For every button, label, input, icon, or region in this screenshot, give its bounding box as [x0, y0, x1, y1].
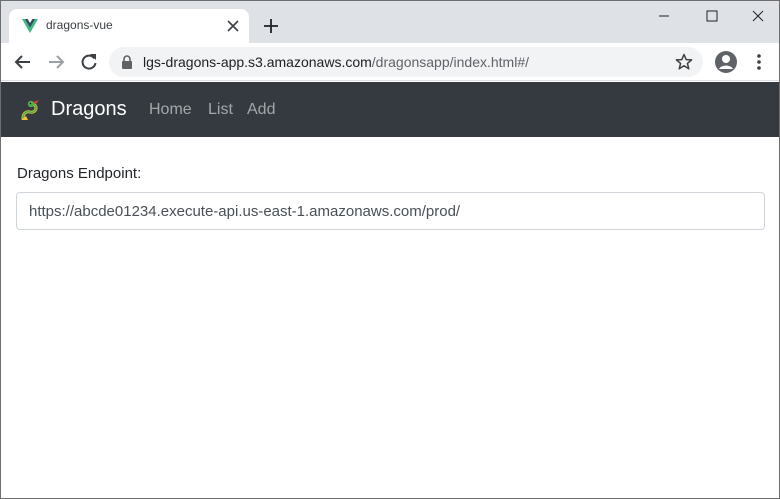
tab-dragons-vue[interactable]: dragons-vue: [9, 9, 249, 43]
nav-link-list[interactable]: List: [208, 101, 233, 119]
window-close-icon[interactable]: [743, 5, 773, 27]
new-tab-icon[interactable]: [262, 17, 280, 35]
url-host: lgs-dragons-app.s3.amazonaws.com: [143, 54, 372, 70]
browser-toolbar: lgs-dragons-app.s3.amazonaws.com/dragons…: [1, 43, 779, 81]
maximize-icon[interactable]: [697, 5, 727, 27]
vue-logo-icon: [22, 19, 38, 33]
tab-strip: dragons-vue: [1, 1, 779, 43]
back-arrow-icon[interactable]: [13, 52, 33, 72]
nav-link-add[interactable]: Add: [247, 101, 275, 119]
more-menu-icon[interactable]: [749, 52, 769, 72]
reload-icon[interactable]: [79, 52, 99, 72]
close-icon[interactable]: [225, 18, 241, 34]
brand-title[interactable]: Dragons: [51, 98, 127, 121]
url-path: /dragonsapp/index.html#/: [371, 54, 529, 70]
lock-icon: [122, 55, 132, 69]
bookmark-star-icon[interactable]: [675, 53, 693, 71]
tab-title: dragons-vue: [46, 18, 113, 32]
minimize-icon[interactable]: [649, 5, 679, 27]
endpoint-input[interactable]: [16, 192, 765, 230]
dragon-icon[interactable]: [19, 98, 43, 122]
forward-arrow-icon[interactable]: [46, 52, 66, 72]
nav-link-home[interactable]: Home: [149, 101, 192, 119]
browser-window: dragons-vue lgs-dragons-app.s3.amazonaws…: [0, 0, 780, 499]
url-text: lgs-dragons-app.s3.amazonaws.com/dragons…: [143, 54, 529, 70]
address-bar[interactable]: lgs-dragons-app.s3.amazonaws.com/dragons…: [109, 47, 703, 77]
account-icon[interactable]: [714, 50, 738, 74]
endpoint-label: Dragons Endpoint:: [17, 165, 142, 182]
app-navbar: Dragons Home List Add: [1, 82, 779, 137]
